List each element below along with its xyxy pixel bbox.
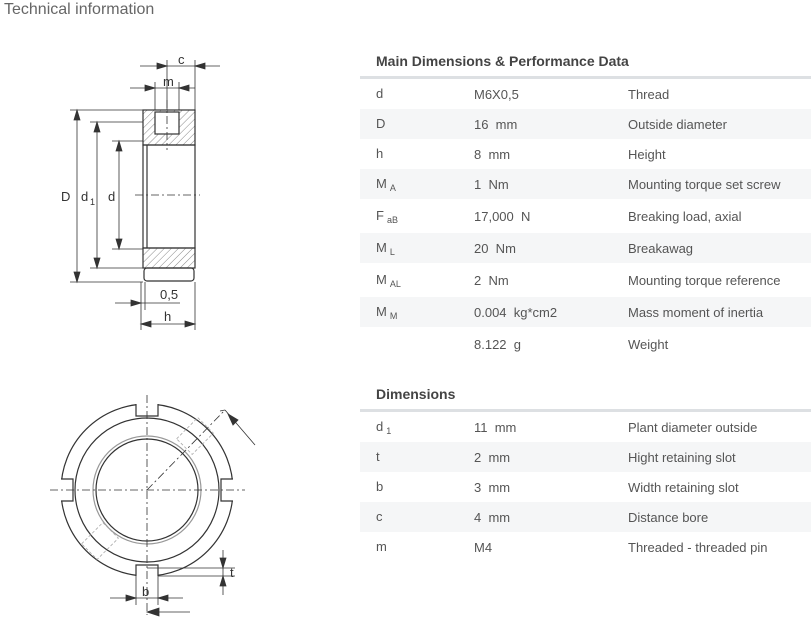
table-row: b 3 mm Width retaining slot <box>360 472 811 502</box>
table-row: d M6X0,5 Thread <box>360 79 811 109</box>
label-b: b <box>142 584 149 599</box>
symbol-subscript: 1 <box>386 425 392 436</box>
value-cell: M4 <box>474 539 493 555</box>
value-cell: 4 mm <box>474 509 511 525</box>
label-h: h <box>164 309 171 324</box>
section-title: Main Dimensions & Performance Data <box>376 53 629 69</box>
label-c: c <box>178 52 185 67</box>
symbol-subscript: AL <box>389 278 401 289</box>
symbol-cell <box>360 336 474 353</box>
description-cell: Height <box>628 146 666 162</box>
label-offset: 0,5 <box>160 287 178 302</box>
table-row: c 4 mm Distance bore <box>360 502 811 532</box>
description-cell: Distance bore <box>628 509 709 525</box>
table-row: h 8 mm Height <box>360 139 811 169</box>
description-cell: Thread <box>628 86 670 102</box>
symbol: d <box>376 85 384 101</box>
symbol-cell: c <box>360 509 474 526</box>
description-cell: Weight <box>628 336 669 352</box>
value-cell: 2 Nm <box>474 272 509 288</box>
section-title: Dimensions <box>376 386 456 402</box>
symbol: M <box>376 271 387 287</box>
value-cell: 2 mm <box>474 449 511 465</box>
symbol: c <box>376 508 383 524</box>
symbol-cell: d <box>360 86 474 103</box>
description-cell: Mass moment of inertia <box>628 304 764 320</box>
dimensions-table: d 1 11 mm Plant diameter outside t 2 mm Hight … <box>360 412 811 562</box>
symbol: M <box>376 239 387 255</box>
symbol: m <box>376 538 387 554</box>
table-row: D 16 mm Outside diameter <box>360 109 811 139</box>
table-row: 8.122 g Weight <box>360 327 811 361</box>
symbol: b <box>376 478 384 494</box>
value-cell: 1 Nm <box>474 176 509 192</box>
table-row: t 2 mm Hight retaining slot <box>360 442 811 472</box>
value-cell: 8 mm <box>474 146 511 162</box>
description-cell: Hight retaining slot <box>628 449 736 465</box>
label-d: d <box>108 189 115 204</box>
table-row: m M4 Threaded - threaded pin <box>360 532 811 562</box>
symbol-subscript: L <box>389 246 395 257</box>
label-D: D <box>61 189 70 204</box>
symbol-cell: MM <box>360 304 474 321</box>
symbol-cell: ML <box>360 240 474 257</box>
value-cell: 0.004 kg*cm2 <box>474 304 558 320</box>
main-dimensions-table: d M6X0,5 Thread D 16 mm Outside diameter h 8 mm… <box>360 79 811 361</box>
symbol: M <box>376 303 387 319</box>
side-view-drawing: c m D d 1 d 0,5 h <box>61 52 220 330</box>
label-t: t <box>230 565 234 580</box>
description-cell: Width retaining slot <box>628 479 739 495</box>
label-d1: d <box>81 189 88 204</box>
description-cell: Threaded - threaded pin <box>628 539 768 555</box>
value-cell: 11 mm <box>474 419 517 435</box>
value-cell: 8.122 g <box>474 336 521 352</box>
description-cell: Outside diameter <box>628 116 727 132</box>
description-cell: Breaking load, axial <box>628 208 742 224</box>
page-title: Technical information <box>4 1 155 18</box>
symbol: t <box>376 448 380 464</box>
value-cell: 16 mm <box>474 116 518 132</box>
symbol-cell: t <box>360 449 474 466</box>
label-m: m <box>163 74 174 89</box>
symbol-subscript: aB <box>386 214 398 225</box>
table-row: M AL 2 Nm Mounting torque reference <box>360 263 811 297</box>
symbol-cell: D <box>360 116 474 133</box>
symbol-cell: b <box>360 479 474 496</box>
symbol-cell: M AL <box>360 272 474 289</box>
table-row: M L 20 Nm Breakawag <box>360 233 811 263</box>
symbol: M <box>376 175 387 191</box>
description-cell: Mounting torque reference <box>628 272 781 288</box>
table-row: FaB 17,000 N Breaking load, axial <box>360 199 811 233</box>
table-row: M M 0.004 kg*cm2 Mass moment of inertia <box>360 297 811 327</box>
symbol-subscript: M <box>389 310 398 321</box>
symbol-cell: d1 <box>360 419 474 436</box>
symbol-cell: FaB <box>360 208 474 225</box>
description-cell: Mounting torque set screw <box>628 176 781 192</box>
symbol: F <box>376 207 384 223</box>
table-row: MA1 Nm Mounting torque set screw <box>360 169 811 199</box>
table-row: d 1 11 mm Plant diameter outside <box>360 412 811 442</box>
value-cell: 3 mm <box>474 479 511 495</box>
symbol-subscript: A <box>389 182 396 193</box>
main-dimensions-section: Main Dimensions & Performance Data d M6X0… <box>360 46 811 361</box>
label-d1-sub: 1 <box>90 197 95 207</box>
dimensions-section: Dimensions d 1 11 mm Plant diameter outside… <box>360 379 811 562</box>
symbol-cell: h <box>360 146 474 163</box>
symbol: d <box>376 418 384 434</box>
description-cell: Plant diameter outside <box>628 419 758 435</box>
front-view-drawing: b t <box>50 395 256 617</box>
value-cell: 20 Nm <box>474 240 516 256</box>
symbol-cell: MA <box>360 176 474 193</box>
value-cell: M6X0,5 <box>474 86 519 102</box>
description-cell: Breakawag <box>628 240 694 256</box>
symbol-cell: m <box>360 539 474 556</box>
symbol: D <box>376 115 386 131</box>
value-cell: 17,000 N <box>474 208 531 224</box>
symbol: h <box>376 145 384 161</box>
